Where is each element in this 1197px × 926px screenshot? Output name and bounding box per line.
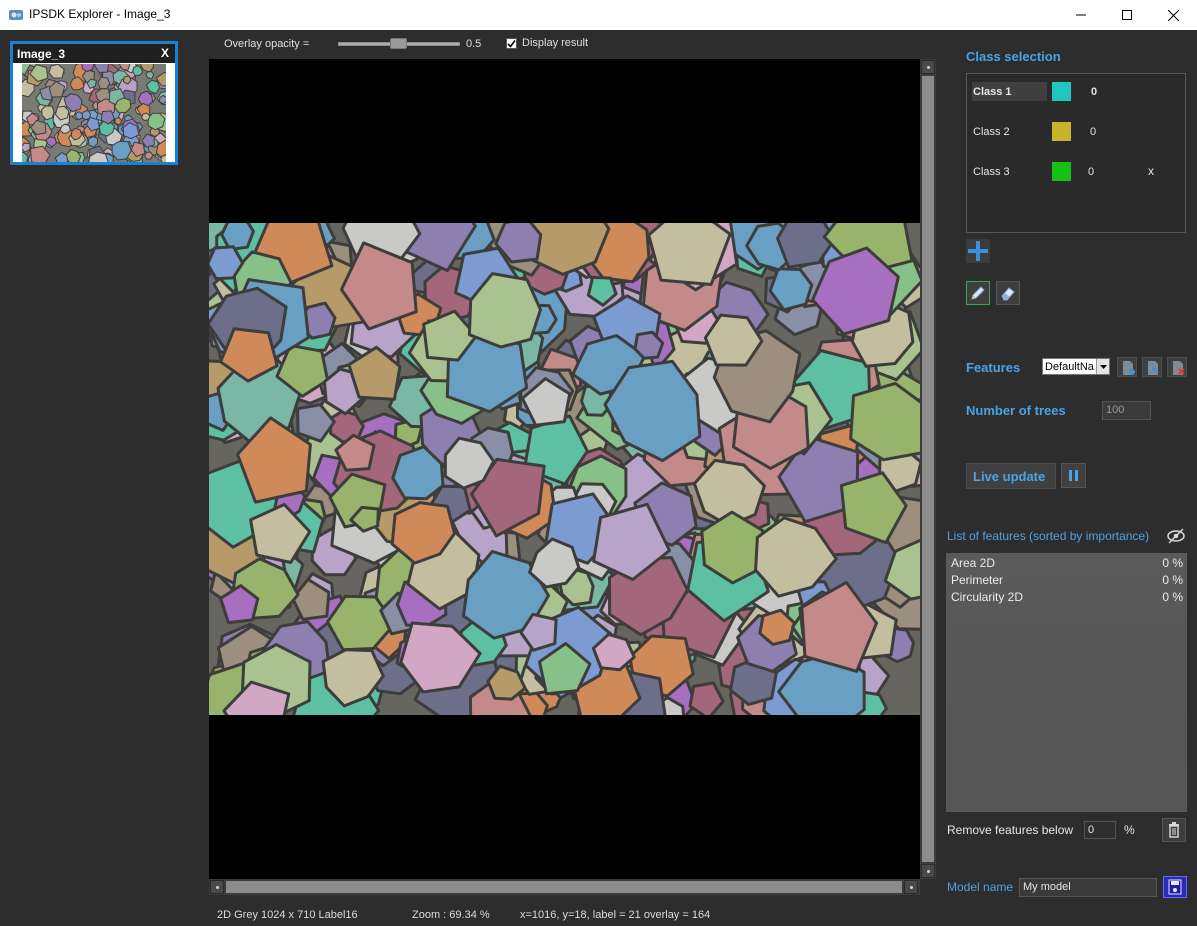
thumbnail-close-button[interactable]: X — [161, 46, 169, 60]
eye-slash-icon — [1167, 528, 1185, 544]
save-icon — [1168, 879, 1182, 895]
close-button[interactable] — [1150, 0, 1196, 30]
class-1-color[interactable] — [1052, 82, 1071, 101]
model-name-input[interactable]: My model — [1019, 878, 1157, 897]
remove-features-threshold-input[interactable]: 0 — [1084, 821, 1116, 839]
feature-importance: 0 % — [1162, 590, 1183, 604]
remove-features-button[interactable] — [1162, 818, 1186, 842]
scroll-left-button[interactable] — [210, 880, 224, 894]
eraser-icon — [1001, 287, 1015, 301]
vertical-scrollbar[interactable] — [920, 59, 936, 879]
features-header: Features — [966, 360, 1021, 375]
features-preset-select[interactable]: DefaultNa — [1042, 358, 1110, 375]
horizontal-scrollbar[interactable] — [209, 879, 920, 895]
grain-cell — [220, 223, 255, 251]
minimize-icon — [1076, 14, 1086, 16]
class-2-color[interactable] — [1052, 122, 1071, 141]
grain-cell — [144, 151, 154, 160]
number-of-trees-header: Number of trees — [966, 403, 1066, 418]
scroll-right-button[interactable] — [904, 880, 918, 894]
close-icon — [1167, 9, 1179, 21]
feature-importance: 0 % — [1162, 573, 1183, 587]
class-list: Class 1 0 Class 2 0 Class 3 0 x — [966, 73, 1186, 233]
edit-file-icon — [1148, 361, 1159, 375]
thumbnail-image — [22, 64, 166, 162]
checkmark-icon — [507, 40, 516, 48]
scroll-down-button[interactable] — [921, 864, 935, 878]
overlay-opacity-slider-handle[interactable] — [390, 38, 407, 49]
live-update-label: Live update — [973, 469, 1046, 484]
number-of-trees-input[interactable]: 100 — [1102, 401, 1151, 420]
segmented-image — [209, 223, 920, 715]
class-3-name[interactable]: Class 3 — [973, 166, 1010, 178]
overlay-opacity-value: 0.5 — [466, 38, 482, 50]
class-selection-header: Class selection — [966, 49, 1061, 64]
feature-row[interactable]: Area 2D 0 % — [951, 556, 1183, 572]
class-1-count: 0 — [1091, 86, 1098, 98]
display-result-checkbox[interactable] — [506, 38, 517, 49]
pencil-icon — [971, 286, 985, 300]
save-model-button[interactable] — [1163, 876, 1187, 898]
delete-file-icon — [1173, 361, 1185, 375]
scroll-up-button[interactable] — [921, 60, 935, 74]
thumbnail-name: Image_3 — [17, 47, 66, 61]
maximize-icon — [1122, 10, 1132, 20]
class-3-remove-button[interactable]: x — [1148, 164, 1154, 178]
class-1-name[interactable]: Class 1 — [973, 86, 1012, 98]
feature-name: Circularity 2D — [951, 590, 1024, 604]
grain-cell — [75, 111, 83, 121]
trash-icon — [1169, 822, 1179, 838]
cursor-readout: x=1016, y=18, label = 21 overlay = 164 — [520, 909, 711, 921]
feature-name: Perimeter — [951, 573, 1004, 587]
vertical-scroll-thumb[interactable] — [922, 76, 934, 862]
horizontal-scroll-thumb[interactable] — [226, 881, 902, 893]
class-3-count: 0 — [1088, 166, 1095, 178]
remove-features-label: Remove features below — [947, 823, 1074, 837]
feature-importance-list[interactable]: Area 2D 0 % Perimeter 0 % Circularity 2D… — [946, 553, 1187, 812]
eraser-tool-button[interactable] — [996, 281, 1020, 305]
add-class-button[interactable] — [966, 239, 990, 263]
dropdown-arrow-icon — [1096, 359, 1109, 374]
title-bar: IPSDK Explorer - Image_3 — [0, 0, 1197, 30]
new-file-icon — [1123, 361, 1135, 375]
image-thumbnail[interactable]: Image_3 X — [10, 41, 178, 165]
app-icon — [9, 10, 23, 20]
maximize-button[interactable] — [1104, 0, 1150, 30]
feature-list-header: List of features (sorted by importance) — [947, 529, 1150, 543]
grain-cell — [81, 110, 91, 121]
image-viewer[interactable] — [209, 59, 920, 879]
overlay-opacity-label: Overlay opacity = — [224, 38, 310, 50]
image-info: 2D Grey 1024 x 710 Label16 — [217, 909, 358, 921]
remove-features-unit: % — [1124, 823, 1135, 837]
zoom-readout: Zoom : 69.34 % — [412, 909, 490, 921]
grain-cell — [147, 112, 166, 131]
live-update-button[interactable]: Live update — [966, 463, 1056, 489]
grain-cell — [141, 112, 151, 121]
minimize-button[interactable] — [1058, 0, 1104, 30]
class-2-name[interactable]: Class 2 — [973, 126, 1010, 138]
class-3-color[interactable] — [1052, 162, 1071, 181]
feature-importance: 0 % — [1162, 556, 1183, 570]
grain-cell — [87, 135, 99, 148]
pencil-tool-button[interactable] — [966, 281, 990, 305]
feature-row[interactable]: Perimeter 0 % — [951, 573, 1183, 589]
hide-features-button[interactable] — [1166, 526, 1186, 546]
window-title: IPSDK Explorer - Image_3 — [29, 7, 171, 21]
class-2-count: 0 — [1090, 126, 1097, 138]
features-preset-value: DefaultNa — [1045, 361, 1094, 373]
model-name-label: Model name — [947, 880, 1014, 894]
pause-button[interactable] — [1061, 463, 1086, 488]
grain-cell — [97, 76, 111, 90]
display-result-label: Display result — [522, 37, 589, 49]
pause-icon — [1069, 470, 1078, 481]
edit-features-button[interactable] — [1142, 357, 1162, 377]
delete-features-button[interactable] — [1167, 357, 1187, 377]
new-features-button[interactable] — [1117, 357, 1137, 377]
feature-row[interactable]: Circularity 2D 0 % — [951, 590, 1183, 606]
plus-icon — [968, 241, 988, 261]
feature-name: Area 2D — [951, 556, 996, 570]
